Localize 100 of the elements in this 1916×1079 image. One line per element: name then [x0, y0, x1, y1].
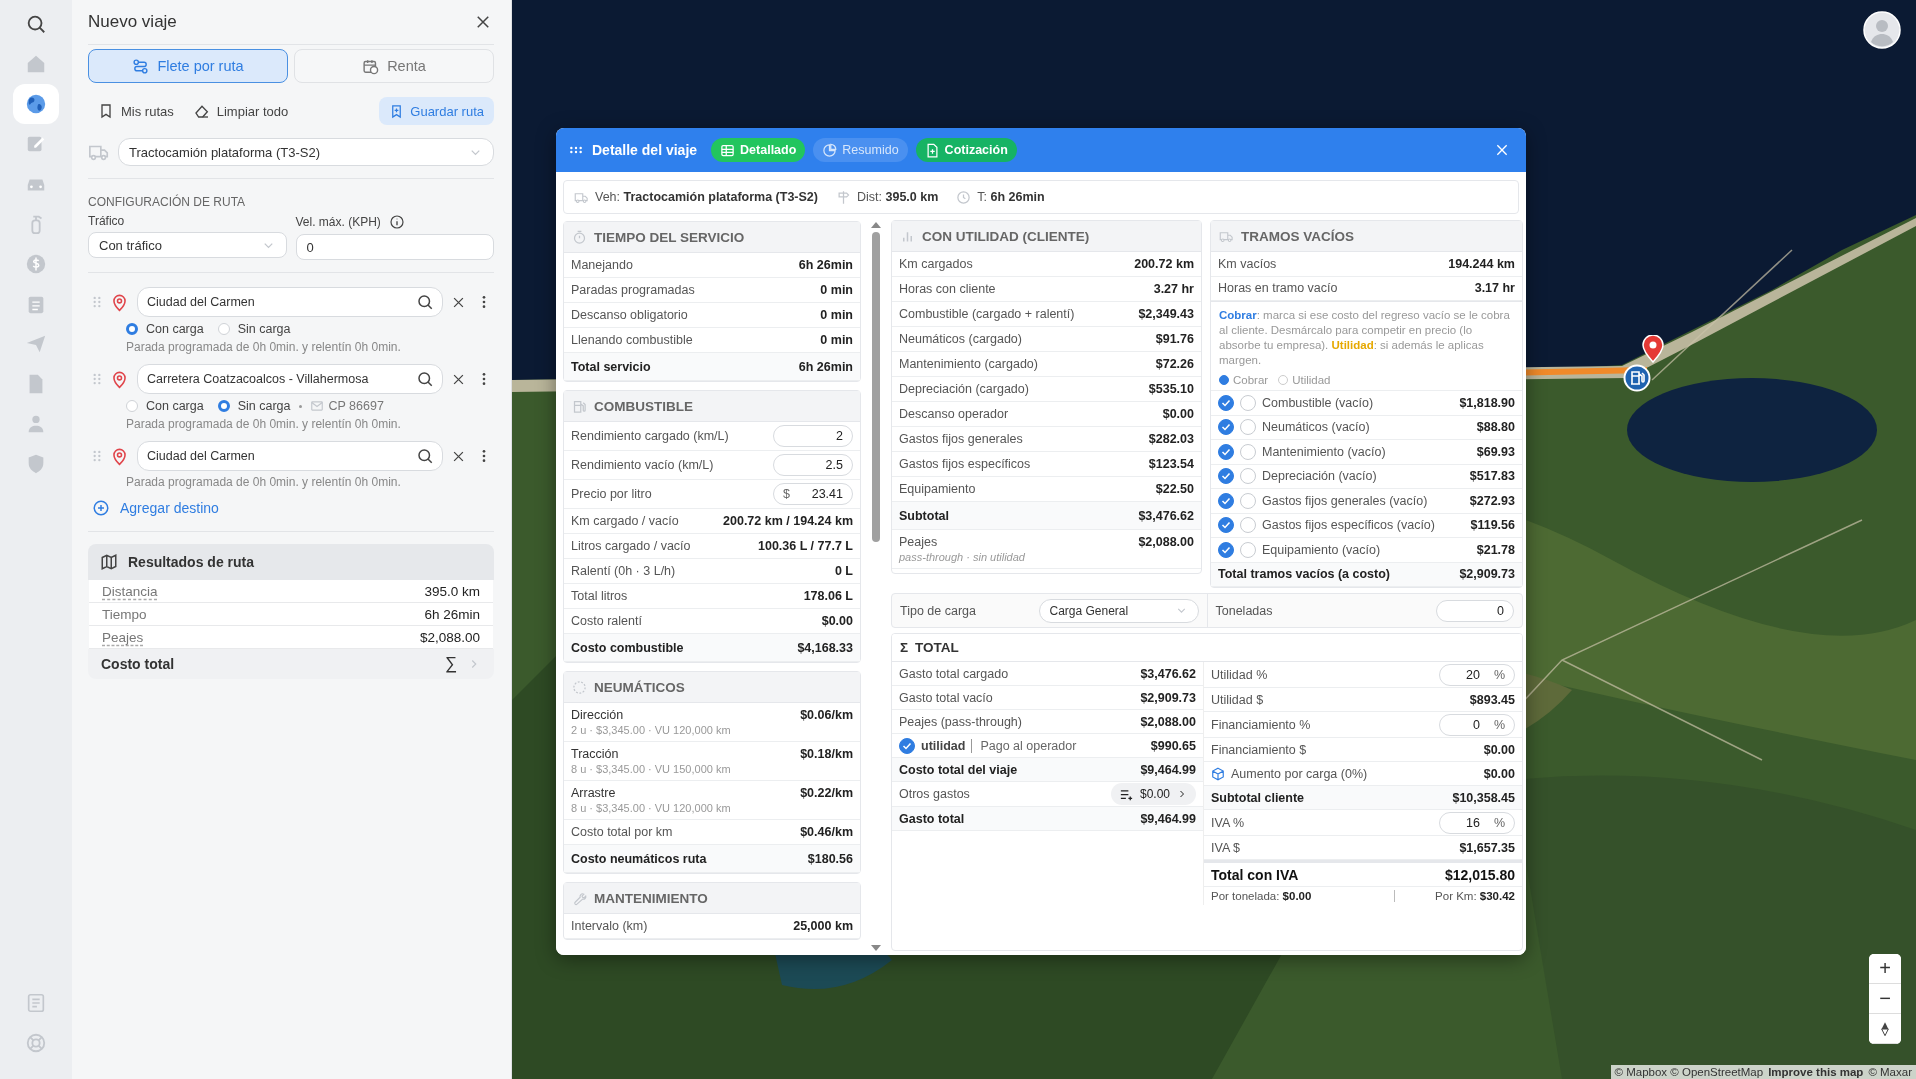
row-value: 100.36 L / 77.7 L — [758, 539, 853, 553]
row-label: Total tramos vacíos (a costo) — [1218, 567, 1392, 582]
row-label: Equipamiento (vacío) — [1262, 542, 1382, 557]
load-option[interactable]: Sin carga — [217, 399, 291, 413]
row-value: $990.65 — [1150, 738, 1196, 753]
radio-button[interactable] — [126, 323, 138, 335]
file-add-icon — [924, 142, 940, 158]
vehicle-select[interactable]: Tractocamión plataforma (T3-S2) — [118, 138, 494, 166]
row-label: Gastos fijos generales — [899, 432, 1024, 446]
add-destination-link[interactable]: Agregar destino — [88, 499, 219, 517]
number-field[interactable]: 2 — [773, 425, 853, 447]
row-detail: 8 u · $3,345.00 · VU 120,000 km — [571, 802, 732, 814]
row-value: $2,088.00 — [1138, 535, 1194, 549]
charge-checkbox[interactable] — [1218, 468, 1234, 485]
margin-checkbox[interactable] — [1240, 443, 1256, 460]
charge-checkbox[interactable] — [1218, 394, 1234, 411]
row-label: IVA $ — [1211, 840, 1241, 855]
row-value: $893.45 — [1469, 692, 1515, 707]
number-field[interactable]: 0 % — [1439, 713, 1515, 736]
globe-icon — [25, 93, 47, 115]
mode-tab[interactable]: Renta — [294, 49, 494, 83]
map-pin-icon[interactable] — [1642, 335, 1664, 363]
user-avatar[interactable] — [1863, 11, 1901, 49]
nav-button[interactable] — [13, 84, 59, 124]
traffic-select[interactable]: Con tráfico — [88, 232, 287, 258]
fuel-station-icon[interactable] — [1623, 364, 1651, 392]
clear-all-button[interactable]: Limpiar todo — [193, 103, 289, 119]
panel-title: Nuevo viaje — [88, 12, 177, 32]
result-label: Distancia — [102, 583, 158, 599]
row-label: Gasto total vacío — [899, 690, 994, 705]
row-value: 194.244 km — [1448, 256, 1515, 271]
margin-checkbox[interactable] — [1240, 541, 1256, 558]
charge-checkbox[interactable] — [1218, 419, 1234, 436]
summary-item: T: 6h 26min — [977, 190, 1045, 204]
margin-checkbox[interactable] — [1240, 419, 1256, 436]
speed-field[interactable]: 0 — [295, 234, 494, 260]
result-value: $2,088.00 — [419, 629, 480, 645]
map-pin-icon — [110, 369, 129, 389]
map-pin-icon — [110, 446, 129, 466]
load-option[interactable]: Con carga — [126, 399, 204, 413]
summary-item: Dist: 395.0 km — [857, 190, 939, 204]
mail-icon — [309, 399, 324, 413]
location-field[interactable]: Ciudad del Carmen — [137, 287, 443, 317]
row-value: $9,464.99 — [1140, 762, 1196, 777]
margin-checkbox[interactable] — [1240, 468, 1256, 485]
row-label: Aumento por carga (0%) — [1231, 766, 1369, 781]
stop-note: Parada programada de 0h 0min. y relentín 0h 0min. — [126, 417, 402, 431]
charge-checkbox[interactable] — [1218, 443, 1234, 460]
improve-map-link[interactable]: Improve this map — [1768, 1066, 1864, 1078]
my-routes-button[interactable]: Mis rutas — [98, 103, 174, 119]
other-expenses-button[interactable]: $0.00 — [1110, 783, 1196, 805]
checkbox[interactable] — [899, 737, 915, 754]
load-option[interactable]: Sin carga — [217, 322, 291, 336]
row-detail: 8 u · $3,345.00 · VU 150,000 km — [571, 763, 732, 775]
row-label: Horas en tramo vacío — [1218, 281, 1339, 296]
summary-item: Veh: Tractocamión plataforma (T3-S2) — [595, 190, 818, 204]
row-label: Costo neumáticos ruta — [571, 851, 708, 866]
row-value: 6h 26min — [798, 359, 853, 374]
row-value: $535.10 — [1148, 382, 1194, 396]
row-value: 0 L — [834, 564, 853, 578]
row-label: Arrastre — [571, 786, 617, 800]
zoom-in-button[interactable]: + — [1869, 954, 1901, 984]
row-label: Litros cargado / vacío — [571, 539, 692, 553]
row-label: Descanso operador — [899, 407, 1010, 421]
number-field[interactable]: 20 % — [1439, 663, 1515, 686]
row-value: $180.56 — [807, 851, 853, 866]
dashed-circle-icon — [572, 679, 587, 695]
margin-checkbox[interactable] — [1240, 492, 1256, 509]
separator-dot — [298, 404, 302, 408]
location-field[interactable]: Carretera Coatzacoalcos - Villahermosa — [137, 364, 443, 394]
row-value: $0.22/km — [800, 786, 853, 800]
row-label: Combustible (vacío) — [1262, 395, 1375, 410]
row-value: $2,088.00 — [1140, 714, 1196, 729]
tonnage-field[interactable]: 0 — [1436, 599, 1514, 622]
location-field[interactable]: Ciudad del Carmen — [137, 441, 443, 471]
charge-checkbox[interactable] — [1218, 517, 1234, 534]
row-label: Financiamiento % — [1211, 717, 1312, 732]
row-value: 25,000 km — [793, 919, 853, 933]
card-title: Resultados de ruta — [128, 554, 255, 570]
charge-checkbox[interactable] — [1218, 541, 1234, 558]
row-label: Rendimiento vacío (km/L) — [571, 458, 715, 472]
attribution-text: © Maxar — [1868, 1066, 1912, 1078]
dollar-icon — [25, 253, 47, 275]
cargo-type-select[interactable]: Carga General — [1038, 598, 1199, 623]
row-label: Descanso obligatorio — [571, 308, 689, 322]
load-option[interactable]: Con carga — [126, 322, 204, 336]
radio-button[interactable] — [217, 400, 230, 412]
row-label: Gastos fijos específicos — [899, 457, 1032, 471]
margin-checkbox[interactable] — [1240, 394, 1256, 411]
charge-checkbox[interactable] — [1218, 492, 1234, 509]
row-label: Dirección — [571, 708, 625, 722]
number-field[interactable]: 2.5 — [773, 454, 853, 476]
row-value: $72.26 — [1155, 357, 1194, 371]
number-field[interactable]: 16 % — [1439, 811, 1515, 834]
margin-checkbox[interactable] — [1240, 517, 1256, 534]
row-value: $0.46/km — [800, 825, 853, 839]
result-label: Tiempo — [102, 606, 147, 622]
number-field[interactable]: $ 23.41 — [773, 483, 853, 505]
paper-plane-icon — [25, 333, 47, 355]
row-label: Gasto total cargado — [899, 666, 1010, 681]
